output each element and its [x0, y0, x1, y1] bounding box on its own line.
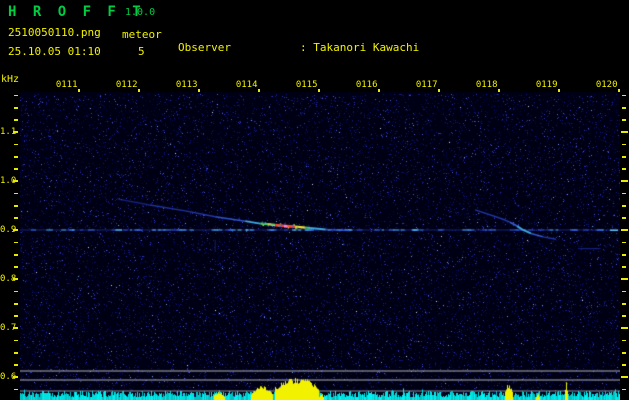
freq-minor-tick	[14, 192, 18, 195]
freq-minor-tick	[14, 217, 18, 219]
output-filename: 2510050110.png	[8, 26, 101, 39]
freq-minor-tick	[622, 168, 626, 170]
freq-minor-tick	[622, 156, 626, 158]
freq-minor-tick	[622, 352, 626, 354]
freq-minor-tick	[14, 266, 18, 268]
freq-minor-tick	[14, 254, 18, 256]
freq-minor-tick	[622, 94, 626, 97]
meteor-count: 5	[138, 45, 145, 58]
freq-major-tick	[13, 179, 18, 182]
time-tick-label: 0120	[595, 80, 618, 90]
freq-minor-tick	[14, 364, 18, 366]
freq-major-tick	[13, 326, 18, 329]
freq-minor-tick	[14, 388, 18, 391]
freq-axis-unit: kHz	[1, 74, 20, 85]
freq-major-tick	[13, 228, 18, 231]
freq-tick-label: 0.6	[0, 371, 17, 382]
time-tick-label: 0119	[535, 80, 558, 90]
app-version: 1.0.0	[125, 7, 156, 18]
info-value: Takanori Kawachi	[313, 41, 420, 54]
freq-minor-tick	[14, 94, 18, 97]
freq-minor-tick	[622, 339, 626, 342]
freq-minor-tick	[622, 266, 626, 268]
freq-minor-tick	[622, 364, 626, 366]
time-tick-label: 0113	[175, 80, 198, 90]
frame-datetime: 25.10.05 01:10	[8, 45, 101, 58]
info-label: Observer	[178, 41, 231, 54]
freq-minor-tick	[622, 290, 626, 293]
time-tick-label: 0112	[115, 80, 138, 90]
freq-minor-tick	[14, 339, 18, 342]
freq-minor-tick	[14, 352, 18, 354]
time-tick-label: 0115	[295, 80, 318, 90]
freq-minor-tick	[622, 192, 626, 195]
freq-minor-tick	[622, 315, 626, 317]
time-tick-label: 0118	[475, 80, 498, 90]
time-tick-label: 0111	[55, 80, 78, 90]
freq-major-tick	[621, 277, 628, 280]
info-row-observer: Observer: Takanori Kawachi	[178, 41, 552, 54]
freq-minor-tick	[622, 217, 626, 219]
freq-minor-tick	[622, 254, 626, 256]
freq-major-tick	[621, 228, 628, 231]
freq-tick-label: 0.7	[0, 322, 17, 333]
freq-major-tick	[13, 130, 18, 133]
freq-minor-tick	[622, 205, 626, 207]
freq-tick-label: 1.0	[0, 175, 17, 186]
freq-major-tick	[621, 375, 628, 378]
freq-major-tick	[13, 375, 18, 378]
freq-minor-tick	[14, 290, 18, 293]
mode-label: meteor	[122, 28, 162, 41]
freq-tick-label: 0.8	[0, 273, 17, 284]
freq-minor-tick	[622, 143, 626, 146]
freq-major-tick	[13, 277, 18, 280]
freq-minor-tick	[622, 119, 626, 121]
freq-minor-tick	[14, 156, 18, 158]
time-tick-label: 0114	[235, 80, 258, 90]
info-sep: :	[300, 41, 314, 54]
time-tick-label: 0116	[355, 80, 378, 90]
freq-minor-tick	[14, 119, 18, 121]
freq-minor-tick	[14, 205, 18, 207]
freq-major-tick	[621, 326, 628, 329]
freq-minor-tick	[14, 107, 18, 109]
freq-tick-label: 0.9	[0, 224, 17, 235]
freq-major-tick	[621, 179, 628, 182]
freq-minor-tick	[622, 388, 626, 391]
freq-tick-label: 1.1	[0, 126, 17, 137]
hrofft-output: H R O F F T 1.0.0 2510050110.png meteor …	[0, 0, 629, 400]
freq-minor-tick	[14, 143, 18, 146]
freq-minor-tick	[14, 168, 18, 170]
freq-minor-tick	[14, 303, 18, 305]
spectrogram-canvas	[20, 92, 620, 400]
freq-minor-tick	[14, 315, 18, 317]
freq-minor-tick	[622, 107, 626, 109]
freq-major-tick	[621, 130, 628, 133]
freq-minor-tick	[622, 303, 626, 305]
freq-minor-tick	[14, 241, 18, 244]
freq-minor-tick	[622, 241, 626, 244]
time-tick-label: 0117	[415, 80, 438, 90]
